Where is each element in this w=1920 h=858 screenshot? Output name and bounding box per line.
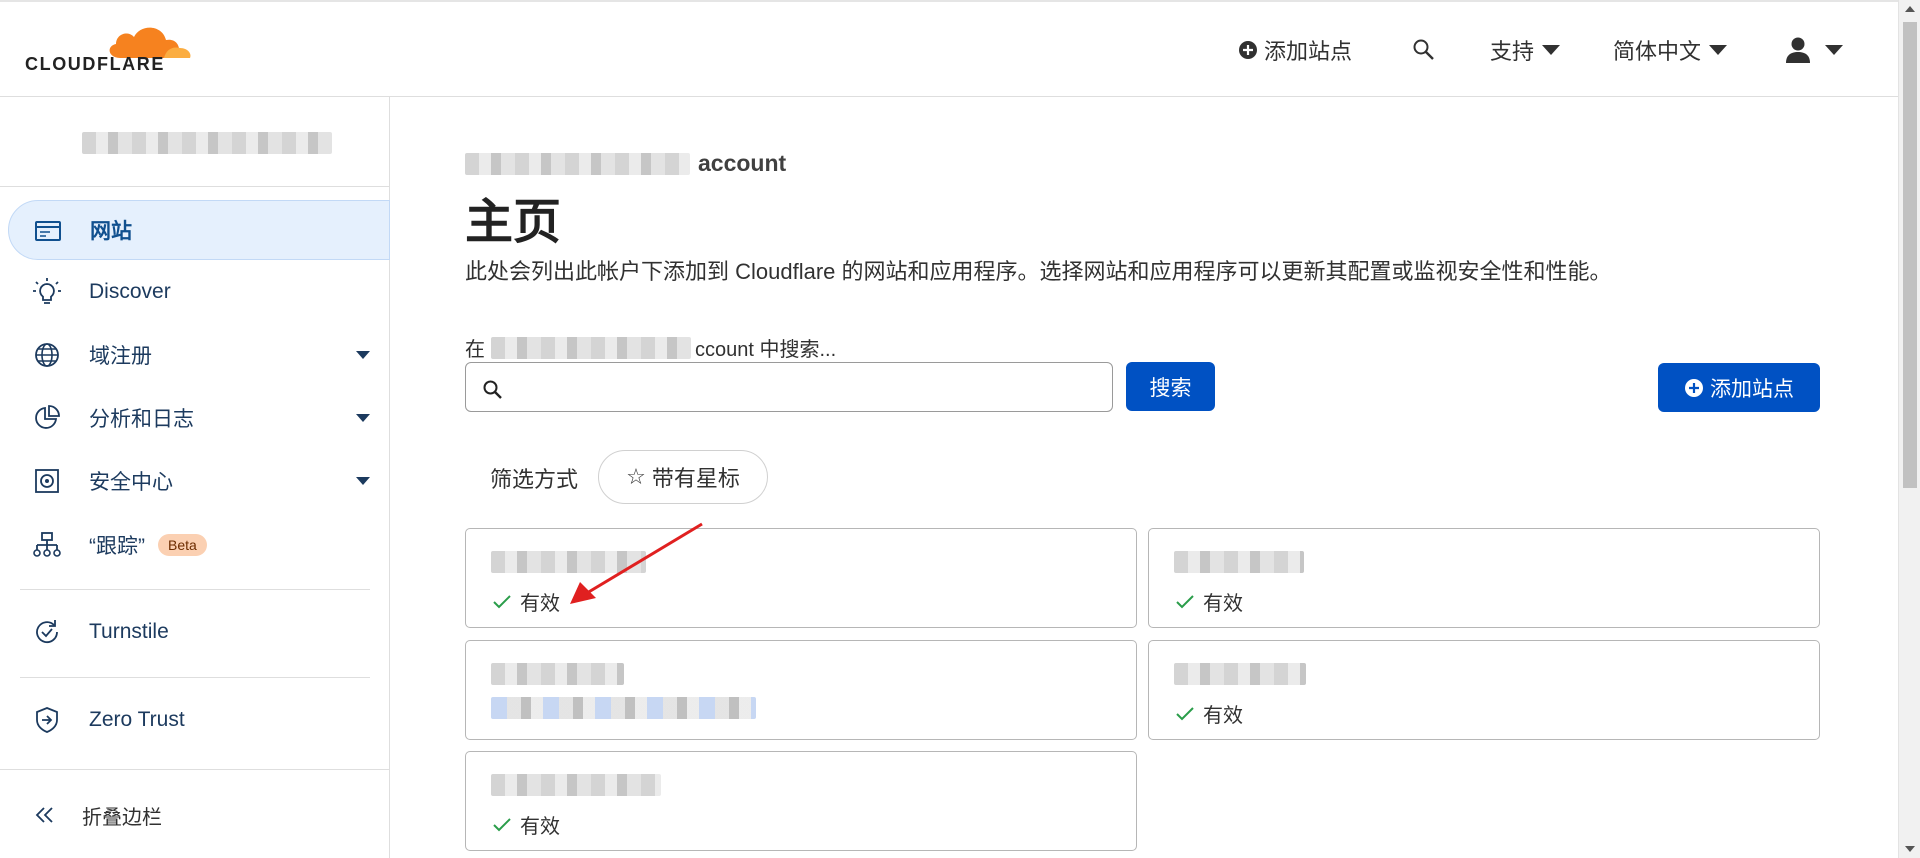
site-name-redacted <box>1174 663 1306 685</box>
chevron-down-icon <box>356 414 370 422</box>
search-label: 在 ccount 中搜索... <box>465 333 836 362</box>
starred-filter-chip[interactable]: ☆ 带有星标 <box>598 450 768 504</box>
site-card[interactable]: 有效 <box>1148 528 1820 628</box>
sidebar: 网站 Discover 域注册 分析和日志 安全中心 “跟踪” Beta Tur… <box>0 97 390 858</box>
status-active: 有效 <box>492 587 560 616</box>
starred-filter-label: 带有星标 <box>651 466 740 491</box>
check-icon <box>493 594 511 608</box>
account-name-redacted[interactable] <box>82 132 332 154</box>
sidebar-item-domain-registration[interactable]: 域注册 <box>8 325 390 385</box>
brand-wordmark: CLOUDFLARE <box>25 54 165 74</box>
chevron-down-icon <box>356 351 370 359</box>
status-active: 有效 <box>492 810 560 839</box>
lightbulb-icon <box>33 278 61 304</box>
status-active: 有效 <box>1175 699 1243 728</box>
divider <box>20 589 370 590</box>
shield-gear-icon <box>35 469 59 493</box>
site-card[interactable] <box>465 640 1137 740</box>
check-icon <box>1176 594 1194 608</box>
status-active: 有效 <box>1175 587 1243 616</box>
support-label: 支持 <box>1490 39 1535 64</box>
account-name-redacted <box>491 336 691 359</box>
sidebar-item-label: 分析和日志 <box>89 408 194 431</box>
scroll-thumb[interactable] <box>1903 22 1917 488</box>
pie-chart-icon <box>35 405 60 429</box>
status-label: 有效 <box>520 816 560 838</box>
divider <box>20 677 370 678</box>
page-scrollbar[interactable] <box>1898 0 1920 858</box>
double-chevron-left-icon <box>35 807 53 823</box>
page-description: 此处会列出此帐户下添加到 Cloudflare 的网站和应用程序。选择网站和应用… <box>465 259 1612 284</box>
sidebar-item-label: Turnstile <box>89 620 169 643</box>
plus-circle-icon <box>1685 378 1703 397</box>
top-bar: CLOUDFLARE 添加站点 支持 简体中文 <box>0 0 1898 97</box>
shield-arrow-icon <box>36 707 58 733</box>
language-label: 简体中文 <box>1613 39 1702 64</box>
site-name-redacted <box>491 663 624 685</box>
header-add-site-label: 添加站点 <box>1264 39 1353 64</box>
scroll-down-icon[interactable] <box>1905 846 1915 852</box>
check-icon <box>1176 706 1194 720</box>
sidebar-item-turnstile[interactable]: Turnstile <box>8 602 390 662</box>
sidebar-item-zero-trust[interactable]: Zero Trust <box>8 690 390 750</box>
sidebar-item-label: 网站 <box>90 220 132 243</box>
chevron-down-icon <box>1825 45 1843 55</box>
page-title: 主页 <box>465 196 562 249</box>
refresh-check-icon <box>36 620 58 644</box>
sidebar-item-security-center[interactable]: 安全中心 <box>8 451 390 511</box>
sidebar-item-label: Discover <box>89 280 171 303</box>
sidebar-item-label: 域注册 <box>89 345 152 368</box>
collapse-sidebar-label: 折叠边栏 <box>82 806 162 829</box>
add-site-label: 添加站点 <box>1710 377 1794 401</box>
plus-circle-icon <box>1239 41 1257 59</box>
sidebar-item-discover[interactable]: Discover <box>8 262 390 322</box>
chevron-down-icon <box>1709 45 1728 55</box>
globe-icon <box>35 343 59 367</box>
search-button[interactable]: 搜索 <box>1126 362 1215 411</box>
browser-window-icon <box>35 221 61 241</box>
chevron-down-icon <box>1542 45 1561 55</box>
beta-badge: Beta <box>158 534 207 556</box>
divider <box>0 769 390 770</box>
search-icon <box>1413 39 1434 60</box>
user-icon <box>1786 37 1810 63</box>
chevron-down-icon <box>356 477 370 485</box>
site-search-input[interactable] <box>465 362 1113 412</box>
divider <box>0 186 390 187</box>
search-icon <box>483 380 502 399</box>
sidebar-item-label: “跟踪” <box>89 535 145 558</box>
language-menu[interactable]: 简体中文 <box>1613 32 1728 68</box>
search-label-prefix: 在 <box>465 339 485 361</box>
check-icon <box>493 817 511 831</box>
site-name-redacted <box>491 774 661 796</box>
sidebar-item-label: 安全中心 <box>89 471 173 494</box>
header-search-button[interactable] <box>1412 32 1436 68</box>
account-heading: account <box>465 150 786 177</box>
sidebar-item-label: Zero Trust <box>89 708 185 731</box>
sidebar-item-websites[interactable]: 网站 <box>8 200 390 260</box>
account-name-redacted <box>465 152 690 175</box>
annotation-arrow-icon <box>570 522 703 604</box>
site-card[interactable]: 有效 <box>1148 640 1820 740</box>
support-menu[interactable]: 支持 <box>1490 32 1561 68</box>
scroll-up-icon[interactable] <box>1905 6 1915 12</box>
account-suffix: account <box>698 150 787 176</box>
status-label: 有效 <box>520 593 560 615</box>
search-label-suffix: ccount 中搜索... <box>695 339 837 361</box>
status-label: 有效 <box>1203 705 1243 727</box>
user-menu[interactable] <box>1785 32 1843 68</box>
sidebar-item-trace[interactable]: “跟踪” Beta <box>8 515 390 575</box>
star-icon: ☆ <box>626 464 646 489</box>
status-label: 有效 <box>1203 593 1243 615</box>
cloudflare-logo[interactable]: CLOUDFLARE <box>25 16 191 80</box>
filter-label: 筛选方式 <box>490 467 579 492</box>
collapse-sidebar-button[interactable]: 折叠边栏 <box>8 785 390 845</box>
sidebar-item-analytics-logs[interactable]: 分析和日志 <box>8 388 390 448</box>
site-card[interactable]: 有效 <box>465 751 1137 851</box>
site-subtitle-redacted <box>491 697 756 719</box>
add-site-button[interactable]: 添加站点 <box>1658 363 1820 412</box>
network-tree-icon <box>33 532 61 557</box>
site-name-redacted <box>1174 551 1304 573</box>
header-add-site-button[interactable]: 添加站点 <box>1238 32 1352 68</box>
